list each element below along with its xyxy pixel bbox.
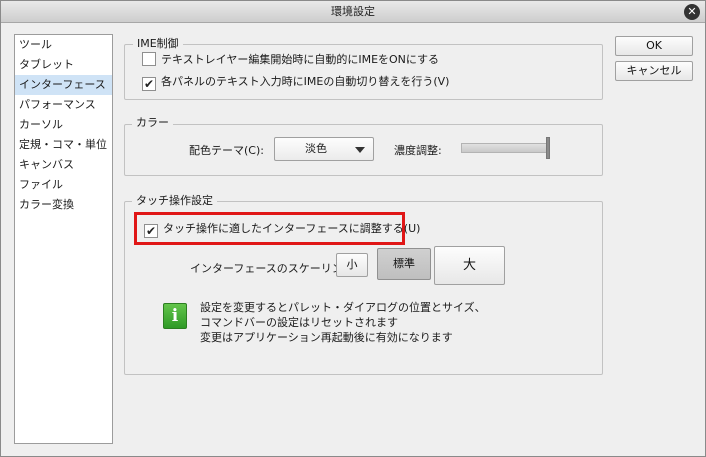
touch-interface-label: タッチ操作に適したインターフェースに調整する(U) <box>163 222 421 235</box>
info-line-1: 設定を変更するとパレット・ダイアログの位置とサイズ、 <box>200 301 486 314</box>
close-icon[interactable]: ✕ <box>684 4 700 20</box>
chevron-down-icon <box>355 147 365 153</box>
ime-auto-on-option[interactable]: テキストレイヤー編集開始時に自動的にIMEをONにする <box>142 51 439 69</box>
sidebar-item-canvas[interactable]: キャンバス <box>15 155 112 175</box>
ime-auto-on-label: テキストレイヤー編集開始時に自動的にIMEをONにする <box>161 53 440 66</box>
sidebar-item-interface[interactable]: インターフェース <box>15 75 112 95</box>
touch-interface-checkbox[interactable]: ✔ <box>144 224 158 238</box>
sidebar-item-tool[interactable]: ツール <box>15 35 112 55</box>
cancel-button[interactable]: キャンセル <box>615 61 693 81</box>
ime-control-group: IME制御 テキストレイヤー編集開始時に自動的にIMEをONにする ✔ 各パネルの… <box>124 37 603 100</box>
scaling-label: インターフェースのスケーリング: <box>190 262 358 275</box>
info-line-2: コマンドバーの設定はリセットされます <box>200 316 398 329</box>
color-theme-label: 配色テーマ(C): <box>189 144 264 157</box>
preferences-window: 環境設定 ✕ ツール タブレット インターフェース パフォーマンス カーソル 定… <box>0 0 706 457</box>
sidebar-item-performance[interactable]: パフォーマンス <box>15 95 112 115</box>
scaling-standard-button[interactable]: 標準 <box>377 248 431 280</box>
sidebar-item-color-conversion[interactable]: カラー変換 <box>15 195 112 215</box>
info-line-3: 変更はアプリケーション再起動後に有効になります <box>200 331 453 344</box>
scaling-large-button[interactable]: 大 <box>434 246 505 285</box>
density-slider[interactable] <box>461 143 549 153</box>
color-group-title: カラー <box>132 116 173 130</box>
sidebar-item-ruler-frame-unit[interactable]: 定規・コマ・単位 <box>15 135 112 155</box>
density-label: 濃度調整: <box>394 144 442 157</box>
title-bar: 環境設定 ✕ <box>1 1 705 23</box>
info-message: 設定を変更するとパレット・ダイアログの位置とサイズ、 コマンドバーの設定はリセッ… <box>200 300 486 345</box>
color-theme-value: 淡色 <box>305 142 327 155</box>
sidebar-item-tablet[interactable]: タブレット <box>15 55 112 75</box>
ime-auto-switch-checkbox[interactable]: ✔ <box>142 77 156 91</box>
color-theme-select[interactable]: 淡色 <box>274 137 374 161</box>
sidebar-item-cursor[interactable]: カーソル <box>15 115 112 135</box>
scaling-small-button[interactable]: 小 <box>336 253 368 277</box>
sidebar-item-file[interactable]: ファイル <box>15 175 112 195</box>
ime-auto-switch-option[interactable]: ✔ 各パネルのテキスト入力時にIMEの自動切り替えを行う(V) <box>142 73 449 91</box>
ok-button[interactable]: OK <box>615 36 693 56</box>
ime-auto-switch-label: 各パネルのテキスト入力時にIMEの自動切り替えを行う(V) <box>161 75 450 88</box>
ime-auto-on-checkbox[interactable] <box>142 52 156 66</box>
category-list[interactable]: ツール タブレット インターフェース パフォーマンス カーソル 定規・コマ・単位… <box>14 34 113 444</box>
info-icon: i <box>163 303 187 329</box>
touch-interface-option[interactable]: ✔ タッチ操作に適したインターフェースに調整する(U) <box>144 220 420 238</box>
density-slider-handle[interactable] <box>546 137 550 159</box>
ime-group-title: IME制御 <box>133 37 183 51</box>
touch-group-title: タッチ操作設定 <box>132 194 217 208</box>
window-title: 環境設定 <box>331 5 375 18</box>
